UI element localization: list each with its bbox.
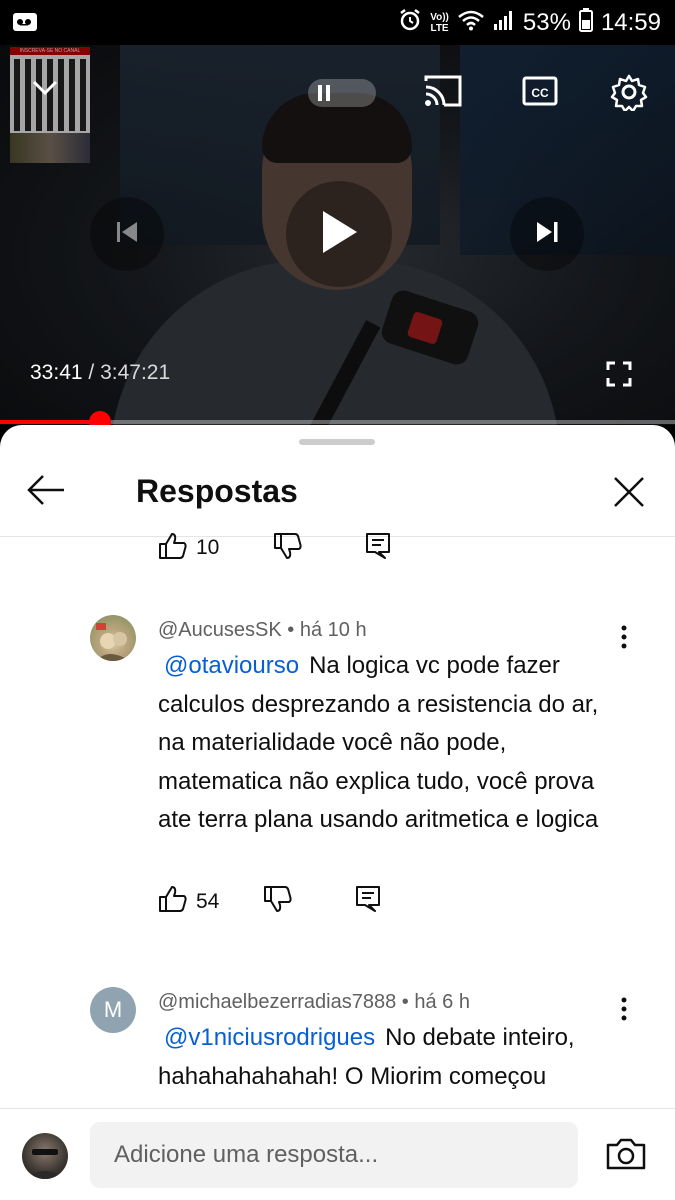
sheet-header: Respostas bbox=[0, 455, 675, 537]
reply-icon[interactable] bbox=[355, 885, 381, 918]
avatar[interactable]: M bbox=[90, 987, 136, 1033]
clock: 14:59 bbox=[600, 9, 661, 36]
replies-sheet: Respostas 10 @AucusesSK • há 10 h @otavi… bbox=[0, 425, 675, 1200]
comment-age: há 6 h bbox=[414, 991, 470, 1013]
like-count: 10 bbox=[196, 536, 220, 559]
comment-author[interactable]: @michaelbezerradias7888 bbox=[158, 991, 396, 1013]
video-time: 33:41 / 3:47:21 bbox=[30, 361, 170, 385]
alarm-icon bbox=[398, 8, 422, 39]
comment-actions: 54 bbox=[158, 885, 381, 918]
video-player[interactable]: INSCREVA-SE NO CANAL CC 33:41 / 3:47:21 bbox=[0, 45, 675, 425]
autoplay-toggle[interactable] bbox=[308, 79, 376, 107]
duration: 3:47:21 bbox=[100, 361, 171, 384]
play-button[interactable] bbox=[286, 181, 392, 287]
collapse-chevron-icon[interactable] bbox=[32, 79, 58, 102]
reply-bar: Adicione uma resposta... bbox=[0, 1108, 675, 1200]
drag-handle[interactable] bbox=[299, 439, 375, 445]
status-bar: Vo)) LTE 53% 14:59 bbox=[0, 0, 675, 45]
previous-button[interactable] bbox=[90, 197, 164, 271]
comment-text: @v1niciusrodrigues No debate inteiro, hah… bbox=[158, 1019, 628, 1096]
wifi-icon bbox=[457, 9, 485, 38]
close-icon[interactable] bbox=[612, 475, 646, 514]
time-separator: / bbox=[82, 361, 101, 384]
meta-separator: • bbox=[401, 991, 409, 1013]
comment-author[interactable]: @AucusesSK bbox=[158, 619, 282, 641]
progress-fill bbox=[0, 420, 100, 424]
comment-text: @otaviourso Na logica vc pode fazer calcu… bbox=[158, 647, 628, 840]
avatar[interactable] bbox=[90, 615, 136, 661]
sheet-title: Respostas bbox=[136, 473, 298, 509]
camera-icon[interactable] bbox=[606, 1137, 646, 1176]
next-button[interactable] bbox=[510, 197, 584, 271]
comment-body: Na logica vc pode fazer calculos desprez… bbox=[158, 652, 599, 833]
dislike-icon[interactable] bbox=[273, 532, 303, 565]
reply-input[interactable]: Adicione uma resposta... bbox=[90, 1122, 578, 1188]
cast-icon[interactable] bbox=[422, 73, 464, 114]
prev-comment-actions: 10 bbox=[158, 532, 391, 565]
mention-link[interactable]: @otaviourso bbox=[164, 652, 299, 679]
cc-icon[interactable]: CC bbox=[522, 73, 558, 114]
comment-age: há 10 h bbox=[299, 619, 367, 641]
current-time: 33:41 bbox=[30, 361, 83, 384]
current-user-avatar bbox=[22, 1133, 68, 1179]
previous-icon bbox=[114, 219, 140, 250]
video-progress-bar[interactable] bbox=[0, 411, 675, 433]
back-arrow-icon[interactable] bbox=[26, 473, 66, 512]
reply-icon[interactable] bbox=[365, 532, 391, 565]
like-icon[interactable] bbox=[158, 885, 188, 918]
mention-link[interactable]: @v1niciusrodrigues bbox=[164, 1024, 375, 1051]
fullscreen-icon[interactable] bbox=[606, 361, 632, 392]
next-icon bbox=[534, 219, 560, 250]
pause-icon bbox=[308, 79, 340, 107]
voicemail-notification-icon bbox=[12, 12, 38, 37]
like-count: 54 bbox=[196, 889, 220, 913]
signal-icon bbox=[493, 9, 515, 38]
battery-icon bbox=[578, 7, 593, 39]
settings-gear-icon[interactable] bbox=[610, 73, 648, 116]
volte-indicator: Vo)) LTE bbox=[430, 12, 449, 34]
like-icon[interactable] bbox=[158, 532, 188, 565]
meta-separator: • bbox=[287, 619, 295, 641]
comment-meta: @AucusesSK • há 10 h bbox=[158, 619, 367, 642]
comment-meta: @michaelbezerradias7888 • há 6 h bbox=[158, 991, 470, 1014]
avatar-letter: M bbox=[103, 997, 123, 1022]
dislike-icon[interactable] bbox=[263, 885, 293, 918]
svg-text:CC: CC bbox=[531, 86, 549, 100]
battery-level: 53% bbox=[522, 9, 571, 36]
play-icon bbox=[319, 209, 359, 260]
